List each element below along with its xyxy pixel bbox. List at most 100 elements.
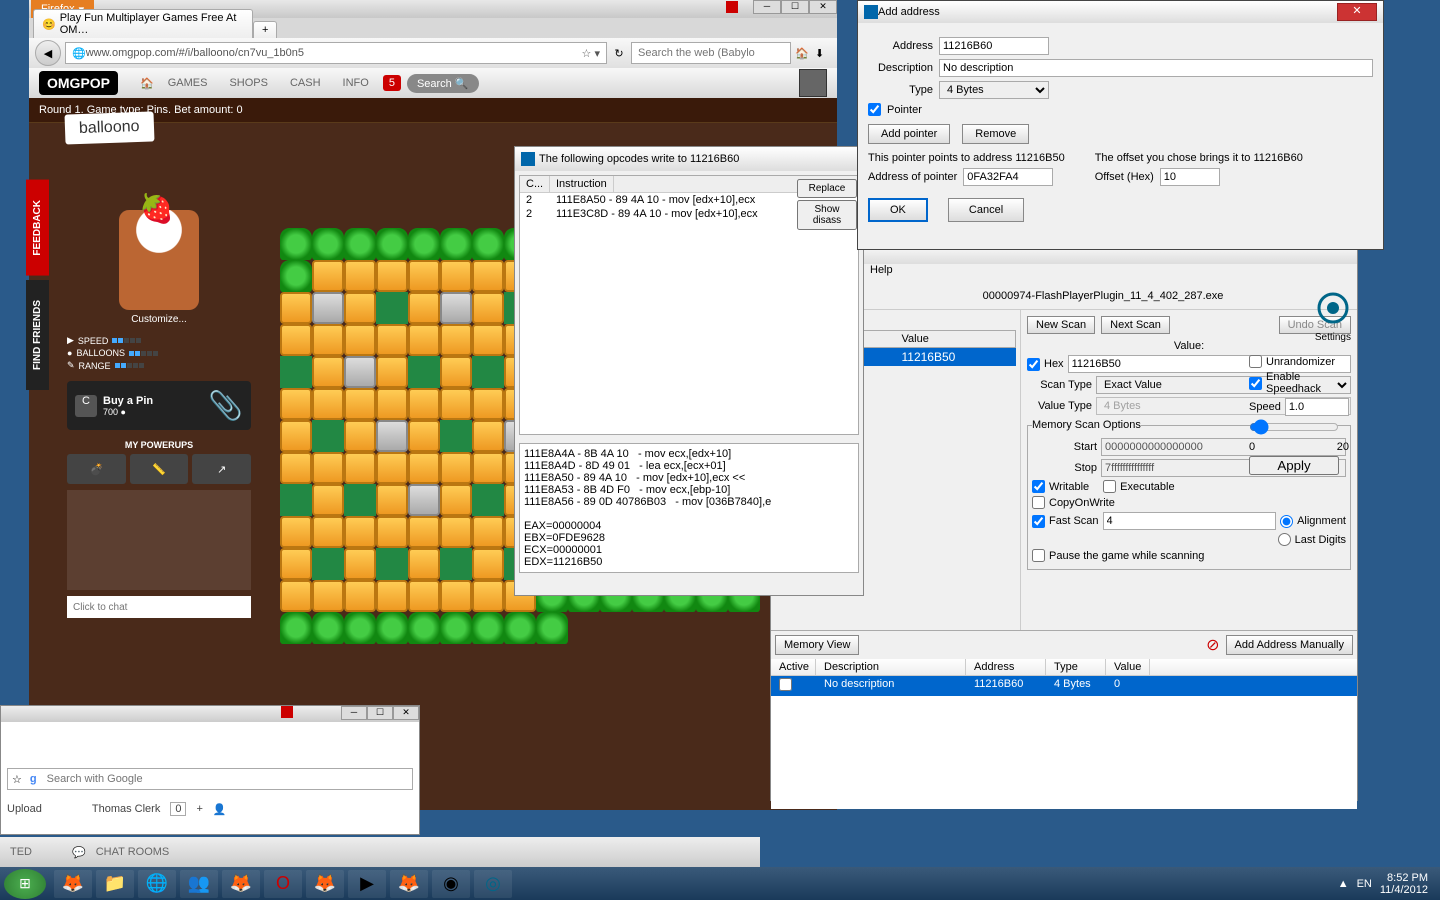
minimize-button[interactable]: ─ <box>753 0 781 14</box>
offset-input[interactable] <box>1160 168 1220 186</box>
add-pointer-button[interactable]: Add pointer <box>868 124 950 144</box>
home-button[interactable]: 🏠 <box>795 47 811 60</box>
taskbar-ie[interactable]: 🌐 <box>138 870 176 898</box>
new-scan-button[interactable]: New Scan <box>1027 316 1095 334</box>
taskbar-cheatengine[interactable]: ◎ <box>474 870 512 898</box>
back-button[interactable]: ◀ <box>35 40 61 66</box>
disassembly-view[interactable]: 111E8A4A - 8B 4A 10 - mov ecx,[edx+10] 1… <box>519 443 859 573</box>
settings-link[interactable]: Settings <box>1315 332 1351 343</box>
nav-info[interactable]: INFO <box>335 73 377 93</box>
fastscan-checkbox[interactable] <box>1032 515 1045 528</box>
menu-help[interactable]: Help <box>870 264 893 282</box>
url-bar[interactable]: 🌐 www.omgpop.com/#/i/balloono/cn7vu_1b0n… <box>65 42 607 64</box>
taskbar-firefox3[interactable]: 🦊 <box>390 870 428 898</box>
feedback-tab[interactable]: FEEDBACK <box>26 180 49 276</box>
browser-tab[interactable]: 😊Play Fun Multiplayer Games Free At OM… <box>33 9 253 38</box>
remove-button[interactable]: Remove <box>962 124 1029 144</box>
description-input[interactable] <box>939 59 1373 77</box>
cow-checkbox[interactable] <box>1032 496 1045 509</box>
minimize-button[interactable]: ─ <box>341 706 367 720</box>
close-button[interactable]: ✕ <box>393 706 419 720</box>
titlebar[interactable]: ─☐✕ <box>1 706 419 722</box>
lastdigits-radio[interactable] <box>1278 533 1291 546</box>
type-select[interactable]: 4 Bytes <box>939 81 1049 99</box>
user-icon[interactable]: 👤 <box>213 803 227 816</box>
taskbar-item[interactable]: 🦊 <box>54 870 92 898</box>
pointer-checkbox[interactable] <box>868 103 881 116</box>
speed-slider[interactable] <box>1249 419 1339 435</box>
clock-date[interactable]: 11/4/2012 <box>1380 884 1428 896</box>
pointer-address-input[interactable] <box>963 168 1053 186</box>
taskbar-firefox2[interactable]: 🦊 <box>306 870 344 898</box>
clock-time[interactable]: 8:52 PM <box>1380 872 1428 884</box>
maximize-button[interactable]: ☐ <box>367 706 393 720</box>
writable-checkbox[interactable] <box>1032 480 1045 493</box>
taskbar-wmp[interactable]: ▶ <box>348 870 386 898</box>
next-scan-button[interactable]: Next Scan <box>1101 316 1170 334</box>
tray-flag-icon[interactable]: ▲ <box>1338 878 1349 890</box>
dialog-titlebar[interactable]: Add address✕ <box>858 1 1383 23</box>
ok-button[interactable]: OK <box>868 198 928 222</box>
customize-link[interactable]: Customize... <box>67 314 251 325</box>
col-active: Active <box>771 659 816 675</box>
address-row[interactable]: No description 11216B60 4 Bytes 0 <box>771 676 1357 696</box>
col-desc: Description <box>816 659 966 675</box>
reload-button[interactable]: ↻ <box>611 47 627 60</box>
close-button[interactable]: ✕ <box>1337 3 1377 21</box>
google-search[interactable]: ☆g <box>7 768 413 790</box>
fastscan-input[interactable] <box>1103 512 1277 530</box>
nav-games[interactable]: GAMES <box>160 73 216 93</box>
tab-title: Play Fun Multiplayer Games Free At OM… <box>60 12 244 36</box>
alignment-radio[interactable] <box>1280 515 1293 528</box>
hex-checkbox[interactable] <box>1027 358 1040 371</box>
ted-label[interactable]: TED <box>10 846 32 858</box>
site-search-button[interactable]: Search 🔍 <box>407 74 479 93</box>
close-button[interactable]: ✕ <box>809 0 837 14</box>
add-address-button[interactable]: Add Address Manually <box>1226 635 1353 655</box>
chat-rooms-label[interactable]: CHAT ROOMS <box>96 846 170 858</box>
find-friends-tab[interactable]: FIND FRIENDS <box>26 280 49 390</box>
cancel-button[interactable]: Cancel <box>948 198 1024 222</box>
buy-pin-button[interactable]: C Buy a Pin700 ● 📎 <box>67 381 251 430</box>
upload-label[interactable]: Upload <box>7 803 42 815</box>
search-bar[interactable] <box>631 42 791 64</box>
language-indicator[interactable]: EN <box>1357 878 1372 890</box>
executable-checkbox[interactable] <box>1103 480 1116 493</box>
download-icon[interactable]: ⬇ <box>815 47 831 60</box>
powerup-range[interactable]: 📏 <box>130 454 189 484</box>
chat-input[interactable] <box>67 596 251 618</box>
taskbar-explorer[interactable]: 📁 <box>96 870 134 898</box>
stat-balloons: ● BALLOONS <box>67 348 251 358</box>
active-checkbox[interactable] <box>779 678 792 691</box>
add-icon[interactable]: + <box>196 803 202 815</box>
username[interactable]: Thomas Clerk <box>92 803 160 815</box>
nav-cash[interactable]: CASH <box>282 73 329 93</box>
maximize-button[interactable]: ☐ <box>781 0 809 14</box>
taskbar-opera[interactable]: O <box>264 870 302 898</box>
opcodes-titlebar[interactable]: The following opcodes write to 11216B60 <box>515 147 863 171</box>
address-input[interactable] <box>939 37 1049 55</box>
speed-input[interactable] <box>1285 398 1349 416</box>
new-tab-button[interactable]: + <box>253 21 277 38</box>
replace-button[interactable]: Replace <box>797 179 857 198</box>
start-button[interactable]: ⊞ <box>4 869 46 899</box>
powerup-speed[interactable]: ↗ <box>192 454 251 484</box>
taskbar-firefox[interactable]: 🦊 <box>222 870 260 898</box>
firefox-window-2: ─☐✕ ☆g Upload Thomas Clerk 0 + 👤 <box>0 705 420 835</box>
memory-view-button[interactable]: Memory View <box>775 635 859 655</box>
search-input[interactable] <box>41 773 412 785</box>
omgpop-logo[interactable]: OMGPOP <box>39 71 118 95</box>
taskbar-chrome[interactable]: ◉ <box>432 870 470 898</box>
powerup-bomb[interactable]: 💣 <box>67 454 126 484</box>
notification-badge[interactable]: 5 <box>383 75 401 91</box>
unrandomizer-checkbox[interactable] <box>1249 355 1262 368</box>
apply-button[interactable]: Apply <box>1249 456 1339 475</box>
speedhack-checkbox[interactable] <box>1249 377 1262 390</box>
pause-checkbox[interactable] <box>1032 549 1045 562</box>
show-disasm-button[interactable]: Show disass <box>797 200 857 230</box>
user-avatar[interactable] <box>799 69 827 97</box>
taskbar-msn[interactable]: 👥 <box>180 870 218 898</box>
home-icon[interactable]: 🏠 <box>140 77 154 90</box>
no-entry-icon[interactable]: ⊘ <box>1206 635 1219 655</box>
nav-shops[interactable]: SHOPS <box>221 73 276 93</box>
